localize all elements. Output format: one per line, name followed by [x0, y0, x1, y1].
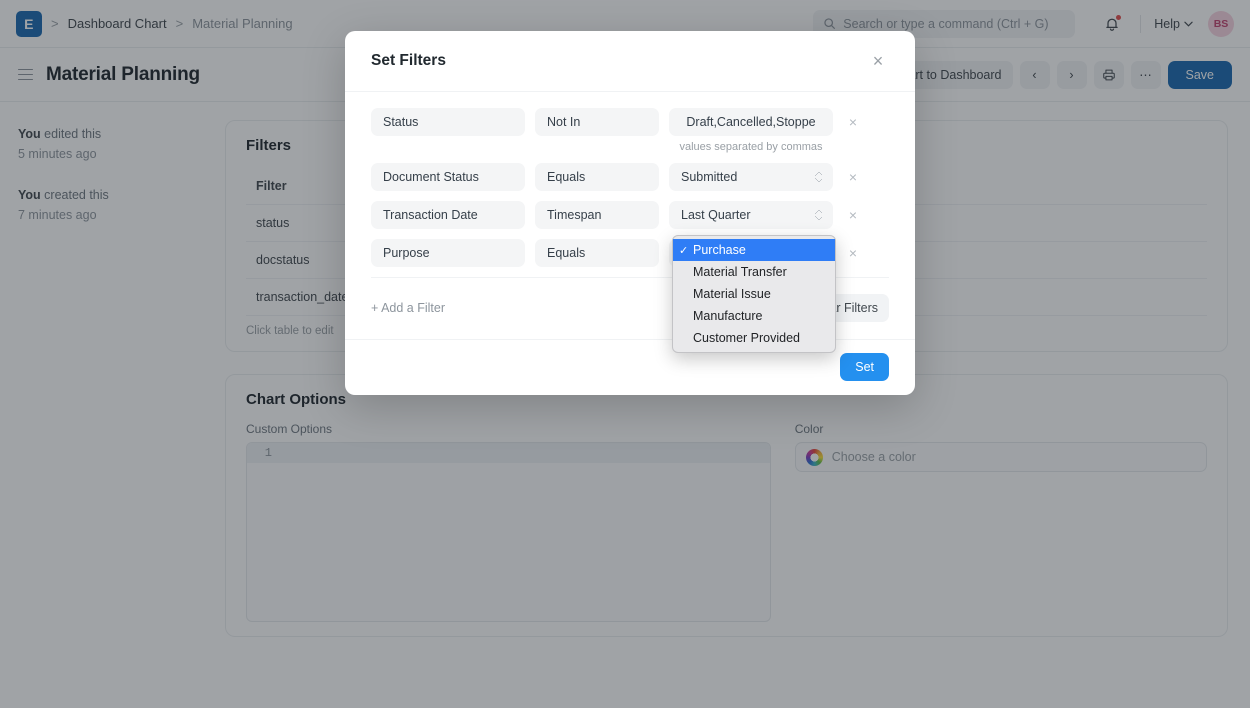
filter-fieldname-select[interactable]: Document Status: [371, 163, 525, 191]
filter-fieldname-select[interactable]: Purpose: [371, 239, 525, 267]
dropdown-option-label: Material Issue: [693, 287, 771, 301]
remove-filter-button[interactable]: ×: [843, 108, 863, 136]
remove-filter-button[interactable]: ×: [843, 163, 863, 191]
remove-filter-button[interactable]: ×: [843, 201, 863, 229]
remove-filter-button[interactable]: ×: [843, 239, 863, 267]
filter-row-transaction-date: Transaction Date Timespan Last Quarter ×: [371, 201, 889, 229]
filter-value-wrap: Draft,Cancelled,Stoppe values separated …: [669, 108, 833, 153]
check-icon: ✓: [679, 244, 693, 257]
filter-operator-select[interactable]: Equals: [535, 239, 659, 267]
dropdown-option-material-transfer[interactable]: Material Transfer: [673, 261, 835, 283]
filter-operator-select[interactable]: Not In: [535, 108, 659, 136]
dropdown-option-label: Manufacture: [693, 309, 762, 323]
filter-value-select[interactable]: Last Quarter: [669, 201, 833, 229]
filter-fieldname-select[interactable]: Status: [371, 108, 525, 136]
filter-value-input[interactable]: Draft,Cancelled,Stoppe: [669, 108, 833, 136]
set-button[interactable]: Set: [840, 353, 889, 381]
dialog-title: Set Filters: [371, 52, 446, 70]
add-filter-button[interactable]: + Add a Filter: [371, 301, 445, 315]
filter-value-hint: values separated by commas: [669, 141, 833, 153]
filter-value-select[interactable]: Submitted: [669, 163, 833, 191]
dropdown-option-label: Customer Provided: [693, 331, 800, 345]
dropdown-option-customer-provided[interactable]: Customer Provided: [673, 327, 835, 349]
filter-row-status: Status Not In Draft,Cancelled,Stoppe val…: [371, 108, 889, 153]
filter-operator-select[interactable]: Equals: [535, 163, 659, 191]
dropdown-option-label: Purchase: [693, 243, 746, 257]
purpose-dropdown-menu: ✓ Purchase Material Transfer Material Is…: [672, 235, 836, 353]
dropdown-option-material-issue[interactable]: Material Issue: [673, 283, 835, 305]
close-icon[interactable]: ×: [867, 50, 889, 72]
dropdown-option-label: Material Transfer: [693, 265, 787, 279]
dropdown-option-purchase[interactable]: ✓ Purchase: [673, 239, 835, 261]
filter-fieldname-select[interactable]: Transaction Date: [371, 201, 525, 229]
filter-operator-select[interactable]: Timespan: [535, 201, 659, 229]
dialog-header: Set Filters ×: [345, 31, 915, 92]
dropdown-option-manufacture[interactable]: Manufacture: [673, 305, 835, 327]
filter-row-document-status: Document Status Equals Submitted ×: [371, 163, 889, 191]
